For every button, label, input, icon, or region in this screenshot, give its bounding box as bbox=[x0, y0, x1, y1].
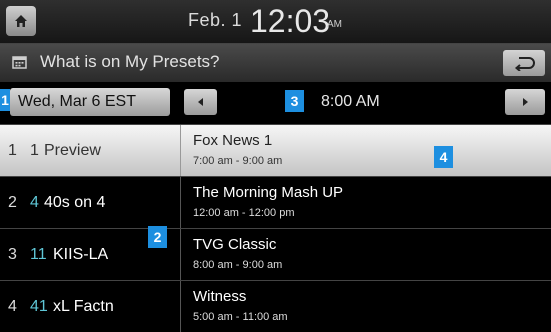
row-index: 3 bbox=[8, 246, 17, 263]
channel-number: 41 bbox=[30, 298, 48, 315]
home-icon bbox=[15, 15, 27, 27]
status-bar: Feb. 1 12:03 AM bbox=[0, 0, 551, 44]
callout-badge-2: 2 bbox=[148, 226, 167, 248]
program-time: 7:00 am - 9:00 am bbox=[193, 155, 283, 167]
channel-name: xL Factn bbox=[53, 298, 114, 315]
row-divider bbox=[180, 177, 181, 228]
date-selector-button[interactable]: Wed, Mar 6 EST bbox=[10, 88, 170, 116]
row-divider bbox=[180, 229, 181, 280]
next-time-button[interactable] bbox=[505, 89, 545, 115]
status-date: Feb. 1 bbox=[188, 10, 243, 30]
preset-row[interactable]: 1 1 Preview Fox News 1 7:00 am - 9:00 am bbox=[0, 124, 551, 176]
back-arrow-icon bbox=[514, 57, 535, 71]
right-arrow-icon bbox=[523, 98, 528, 106]
channel-name: Preview bbox=[44, 142, 101, 159]
status-time: 12:03 bbox=[250, 3, 331, 39]
callout-badge-1: 1 bbox=[0, 89, 10, 111]
back-button[interactable] bbox=[503, 50, 545, 76]
program-title: TVG Classic bbox=[193, 236, 277, 253]
preset-row[interactable]: 3 11 KIIS-LA TVG Classic 8:00 am - 9:00 … bbox=[0, 228, 551, 280]
program-time: 12:00 am - 12:00 pm bbox=[193, 207, 295, 219]
calendar-icon bbox=[12, 56, 27, 69]
title-bar: What is on My Presets? bbox=[0, 44, 551, 82]
program-title: The Morning Mash UP bbox=[193, 184, 344, 201]
status-ampm: AM bbox=[327, 19, 342, 30]
program-time: 5:00 am - 11:00 am bbox=[193, 311, 288, 323]
date-time-navigation: 1 Wed, Mar 6 EST 3 8:00 AM bbox=[0, 82, 551, 124]
page-title: What is on My Presets? bbox=[40, 52, 220, 71]
program-title: Fox News 1 bbox=[193, 132, 273, 149]
channel-number: 4 bbox=[30, 194, 39, 211]
row-index: 4 bbox=[8, 298, 17, 315]
row-divider bbox=[180, 281, 181, 332]
row-index: 2 bbox=[8, 194, 17, 211]
home-button[interactable] bbox=[6, 6, 36, 36]
program-title: Witness bbox=[193, 288, 247, 305]
preset-row[interactable]: 2 4 40s on 4 The Morning Mash UP 12:00 a… bbox=[0, 176, 551, 228]
row-index: 1 bbox=[8, 142, 17, 159]
program-time: 8:00 am - 9:00 am bbox=[193, 259, 283, 271]
callout-badge-3: 3 bbox=[285, 90, 304, 112]
preset-row[interactable]: 4 41 xL Factn Witness 5:00 am - 11:00 am bbox=[0, 280, 551, 332]
row-divider bbox=[180, 125, 181, 176]
channel-number: 1 bbox=[30, 142, 39, 159]
channel-name: KIIS-LA bbox=[53, 246, 109, 263]
channel-number: 11 bbox=[30, 246, 47, 263]
selected-time: 8:00 AM bbox=[321, 93, 380, 110]
left-arrow-icon bbox=[197, 98, 203, 106]
previous-time-button[interactable] bbox=[184, 89, 217, 115]
callout-badge-4: 4 bbox=[434, 146, 453, 168]
channel-name: 40s on 4 bbox=[44, 194, 106, 211]
